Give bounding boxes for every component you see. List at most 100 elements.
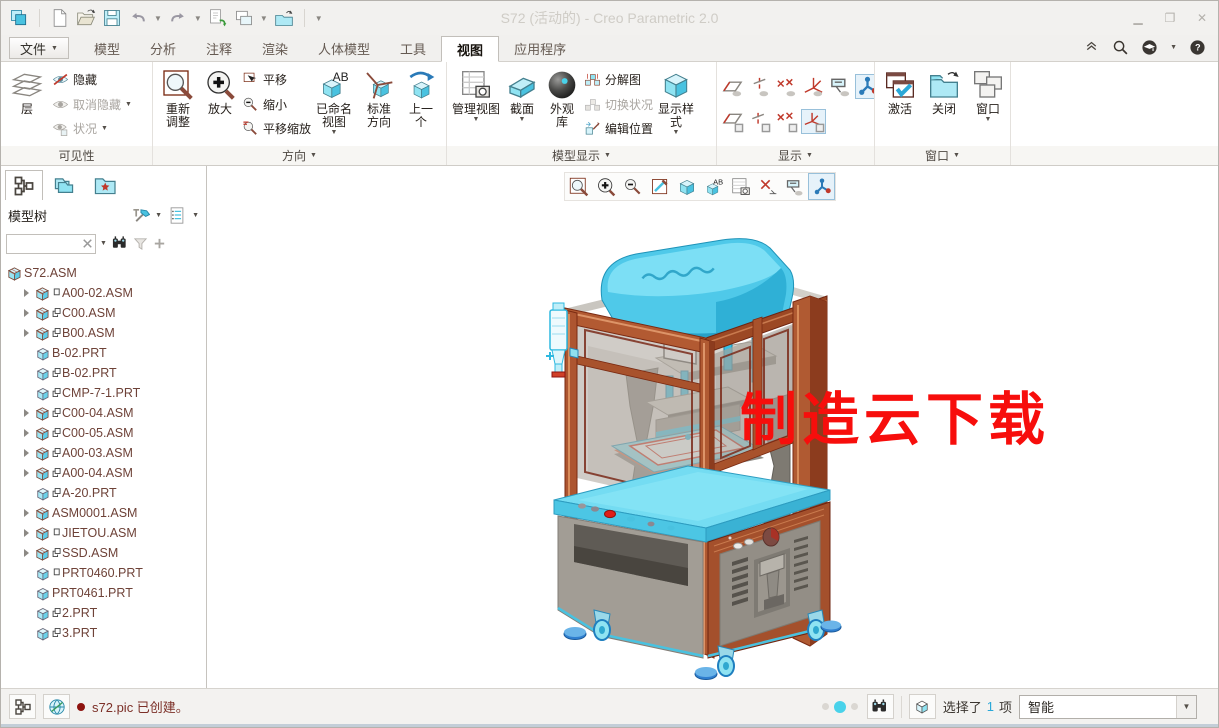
tree-tools-icon[interactable]: [130, 206, 150, 225]
manage-views-button[interactable]: 管理视图 ▼: [450, 64, 502, 144]
named-views-button[interactable]: AB 已命名 视图 ▼: [311, 64, 357, 144]
regenerate-icon[interactable]: [208, 8, 228, 28]
model-tree-tab[interactable]: [5, 170, 43, 200]
tree-item[interactable]: ASM0001.ASM: [5, 503, 206, 523]
app-icon[interactable]: [9, 8, 29, 28]
expand-arrow-icon[interactable]: [24, 409, 29, 417]
search-icon[interactable]: [1112, 39, 1129, 56]
tab-人体模型[interactable]: 人体模型: [303, 35, 385, 61]
tree-item[interactable]: SSD.ASM: [5, 543, 206, 563]
undo-icon[interactable]: [128, 8, 148, 28]
tab-应用程序[interactable]: 应用程序: [499, 35, 581, 61]
unhide-button[interactable]: 取消隐藏 ▼: [52, 96, 132, 113]
layers-button[interactable]: 层: [4, 64, 50, 144]
expand-arrow-icon[interactable]: [24, 289, 29, 297]
tree-item[interactable]: C00-05.ASM: [5, 423, 206, 443]
graphics-zoom-out-button[interactable]: [619, 173, 646, 200]
graphics-annotation-display-button[interactable]: [781, 173, 808, 200]
graphics-zoom-in-button[interactable]: [592, 173, 619, 200]
expand-arrow-icon[interactable]: [24, 509, 29, 517]
tree-search-input[interactable]: [7, 236, 80, 252]
status-button[interactable]: 状况 ▼: [52, 120, 132, 137]
hide-button[interactable]: 隐藏: [52, 71, 132, 88]
pan-zoom-button[interactable]: 平移缩放: [242, 120, 311, 137]
csys-tag-button[interactable]: [801, 109, 826, 134]
tree-item[interactable]: JIETOU.ASM: [5, 523, 206, 543]
refit-button[interactable]: 重新 调整: [156, 64, 200, 144]
favorites-tab[interactable]: [85, 170, 123, 200]
add-icon[interactable]: [152, 236, 167, 251]
plane-tag-button[interactable]: [720, 109, 745, 134]
tree-search-box[interactable]: [6, 234, 96, 254]
tree-item[interactable]: C00.ASM: [5, 303, 206, 323]
display-style-button[interactable]: 显示样 式 ▼: [653, 64, 699, 144]
minimize-button[interactable]: ▁: [1130, 11, 1146, 25]
activate-button[interactable]: 激活: [878, 64, 922, 144]
restore-button[interactable]: ❐: [1162, 11, 1178, 25]
annotation-display-button[interactable]: [828, 74, 853, 99]
tree-item[interactable]: A00-03.ASM: [5, 443, 206, 463]
open-file-icon[interactable]: [76, 8, 96, 28]
tree-settings-icon[interactable]: [167, 206, 187, 225]
filter-icon[interactable]: [133, 236, 148, 251]
help-icon[interactable]: ?: [1189, 39, 1206, 56]
windows-button[interactable]: 窗口 ▼: [966, 64, 1010, 144]
tree-root-item[interactable]: S72.ASM: [5, 263, 206, 283]
tree-item[interactable]: A-20.PRT: [5, 483, 206, 503]
axis-display-button[interactable]: [747, 74, 772, 99]
clear-search-icon[interactable]: [80, 236, 95, 251]
section-button[interactable]: 截面 ▼: [502, 64, 542, 144]
point-tag-button[interactable]: [774, 109, 799, 134]
expand-arrow-icon[interactable]: [24, 309, 29, 317]
tree-item[interactable]: B-02.PRT: [5, 363, 206, 383]
explode-button[interactable]: 分解图: [584, 71, 653, 88]
window-stack-icon[interactable]: [234, 8, 254, 28]
tree-item[interactable]: CMP-7-1.PRT: [5, 383, 206, 403]
tab-工具[interactable]: 工具: [385, 35, 441, 61]
tab-渲染[interactable]: 渲染: [247, 35, 303, 61]
graphics-datum-display-button[interactable]: [754, 173, 781, 200]
tree-item[interactable]: PRT0460.PRT: [5, 563, 206, 583]
find-button[interactable]: [867, 694, 894, 719]
find-icon[interactable]: [111, 235, 129, 252]
expand-arrow-icon[interactable]: [24, 549, 29, 557]
browser-toggle-button[interactable]: [43, 694, 70, 719]
group-label-orientation[interactable]: 方向▼: [153, 146, 447, 165]
file-menu-button[interactable]: 文件 ▼: [9, 37, 69, 59]
close-window-button[interactable]: 关闭: [922, 64, 966, 144]
group-label-show[interactable]: 显示▼: [717, 146, 875, 165]
csys-display-button[interactable]: [801, 74, 826, 99]
previous-view-button[interactable]: 上一 个: [401, 64, 441, 144]
expand-arrow-icon[interactable]: [24, 449, 29, 457]
pan-button[interactable]: 平移: [242, 71, 311, 88]
folder-browser-tab[interactable]: [45, 170, 83, 200]
expand-arrow-icon[interactable]: [24, 469, 29, 477]
redo-icon[interactable]: [168, 8, 188, 28]
close-button[interactable]: ✕: [1194, 11, 1210, 25]
expand-arrow-icon[interactable]: [24, 329, 29, 337]
graphics-area[interactable]: AB: [207, 166, 1218, 688]
expand-arrow-icon[interactable]: [24, 429, 29, 437]
tree-item[interactable]: A00-04.ASM: [5, 463, 206, 483]
zoom-out-button[interactable]: 缩小: [242, 96, 311, 113]
selection-filter-dropdown[interactable]: 智能 ▼: [1019, 695, 1197, 719]
graphics-named-views-button[interactable]: AB: [700, 173, 727, 200]
select-items-button[interactable]: [909, 694, 936, 719]
tree-item[interactable]: B-02.PRT: [5, 343, 206, 363]
close-file-icon[interactable]: [274, 8, 294, 28]
community-icon[interactable]: [1141, 39, 1158, 56]
axis-tag-button[interactable]: [747, 109, 772, 134]
expand-arrow-icon[interactable]: [24, 529, 29, 537]
tree-item[interactable]: A00-02.ASM: [5, 283, 206, 303]
tree-item[interactable]: 3.PRT: [5, 623, 206, 643]
edit-position-button[interactable]: 编辑位置: [584, 120, 653, 137]
graphics-repaint-button[interactable]: [646, 173, 673, 200]
tree-item[interactable]: B00.ASM: [5, 323, 206, 343]
tab-分析[interactable]: 分析: [135, 35, 191, 61]
tab-模型[interactable]: 模型: [79, 35, 135, 61]
graphics-display-style-button[interactable]: [673, 173, 700, 200]
chevron-down-icon[interactable]: ▼: [100, 240, 107, 247]
save-icon[interactable]: [102, 8, 122, 28]
zoom-in-button[interactable]: 放大: [200, 64, 240, 144]
tree-item[interactable]: C00-04.ASM: [5, 403, 206, 423]
